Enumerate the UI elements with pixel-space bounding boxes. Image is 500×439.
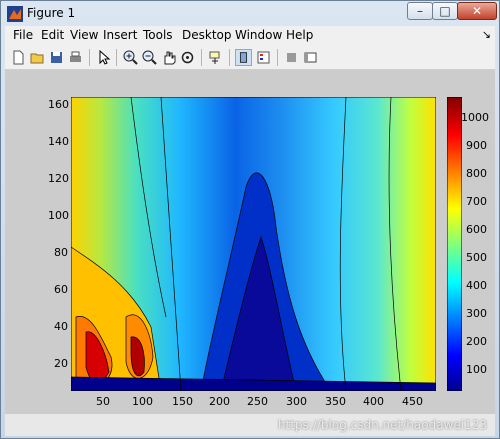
menu-help[interactable]: Help: [286, 28, 313, 42]
menu-tools[interactable]: Tools: [143, 28, 173, 42]
toolbar-separator: [89, 49, 90, 66]
figure-window: Figure 1 – □ ✕ File Edit View Insert Too…: [0, 0, 500, 439]
minimize-button[interactable]: –: [407, 2, 433, 20]
dock-arrow-icon[interactable]: ↘: [482, 28, 491, 41]
y-tick-label: 140: [48, 135, 69, 148]
x-tick-label: 250: [247, 395, 268, 408]
menu-edit[interactable]: Edit: [41, 28, 64, 42]
toolbar-separator: [229, 49, 230, 66]
x-tick-label: 400: [363, 395, 384, 408]
y-tick-label: 40: [54, 320, 68, 333]
y-tick-label: 20: [54, 357, 68, 370]
pan-icon[interactable]: [160, 49, 177, 66]
y-tick-label: 160: [48, 98, 69, 111]
figure-toolbar: [5, 46, 495, 70]
data-cursor-icon[interactable]: [207, 49, 224, 66]
toolbar-separator: [116, 49, 117, 66]
menu-insert[interactable]: Insert: [103, 28, 137, 42]
colorbar-tick-label: 900: [466, 139, 487, 152]
colorbar-tick-label: 800: [466, 167, 487, 180]
colorbar-gradient: [447, 97, 462, 391]
close-button[interactable]: ✕: [457, 2, 497, 20]
watermark-text: https://blog.csdn.net/haodawei123: [277, 418, 487, 432]
menu-bar: File Edit View Insert Tools Desktop Wind…: [5, 26, 495, 47]
menu-desktop[interactable]: Desktop: [182, 28, 232, 42]
colorbar[interactable]: [447, 97, 462, 391]
close-icon: ✕: [471, 4, 483, 18]
title-bar[interactable]: Figure 1 – □ ✕: [1, 1, 499, 25]
y-tick-label: 120: [48, 172, 69, 185]
y-tick-label: 80: [54, 246, 68, 259]
menu-view[interactable]: View: [70, 28, 98, 42]
x-tick-label: 200: [209, 395, 230, 408]
colorbar-tick-label: 100: [466, 363, 487, 376]
colorbar-tick-label: 400: [466, 279, 487, 292]
show-plot-tools-icon[interactable]: [302, 49, 319, 66]
minimize-icon: –: [417, 4, 423, 18]
y-tick-label: 60: [54, 283, 68, 296]
x-tick-label: 150: [172, 395, 193, 408]
colorbar-tick-label: 1000: [461, 111, 489, 124]
rotate-3d-icon[interactable]: [179, 49, 196, 66]
toolbar-separator: [277, 49, 278, 66]
y-tick-label: 100: [48, 209, 69, 222]
open-file-icon[interactable]: [29, 49, 46, 66]
edit-plot-icon[interactable]: [95, 49, 112, 66]
menu-window[interactable]: Window: [235, 28, 282, 42]
maximize-icon: □: [439, 4, 451, 18]
x-tick-label: 100: [132, 395, 153, 408]
plot-tools-icon[interactable]: [235, 49, 252, 66]
colorbar-tick-label: 200: [466, 335, 487, 348]
window-title: Figure 1: [27, 6, 76, 20]
x-tick-label: 450: [402, 395, 423, 408]
toolbar-separator: [201, 49, 202, 66]
colorbar-tick-label: 500: [466, 251, 487, 264]
colorbar-tick-label: 700: [466, 195, 487, 208]
x-tick-label: 350: [325, 395, 346, 408]
menu-file[interactable]: File: [13, 28, 33, 42]
new-figure-icon[interactable]: [10, 49, 27, 66]
x-tick-label: 300: [286, 395, 307, 408]
matlab-figure-icon: [7, 6, 23, 22]
insert-legend-icon[interactable]: [255, 49, 272, 66]
print-icon[interactable]: [67, 49, 84, 66]
x-tick-label: 50: [96, 395, 110, 408]
zoom-in-icon[interactable]: [122, 49, 139, 66]
hide-plot-tools-icon[interactable]: [283, 49, 300, 66]
contour-plot[interactable]: [71, 97, 436, 391]
colorbar-tick-label: 300: [466, 307, 487, 320]
maximize-button[interactable]: □: [432, 2, 458, 20]
status-bar: https://blog.csdn.net/haodawei123: [5, 414, 495, 436]
zoom-out-icon[interactable]: [141, 49, 158, 66]
save-icon[interactable]: [48, 49, 65, 66]
colorbar-tick-label: 600: [466, 223, 487, 236]
